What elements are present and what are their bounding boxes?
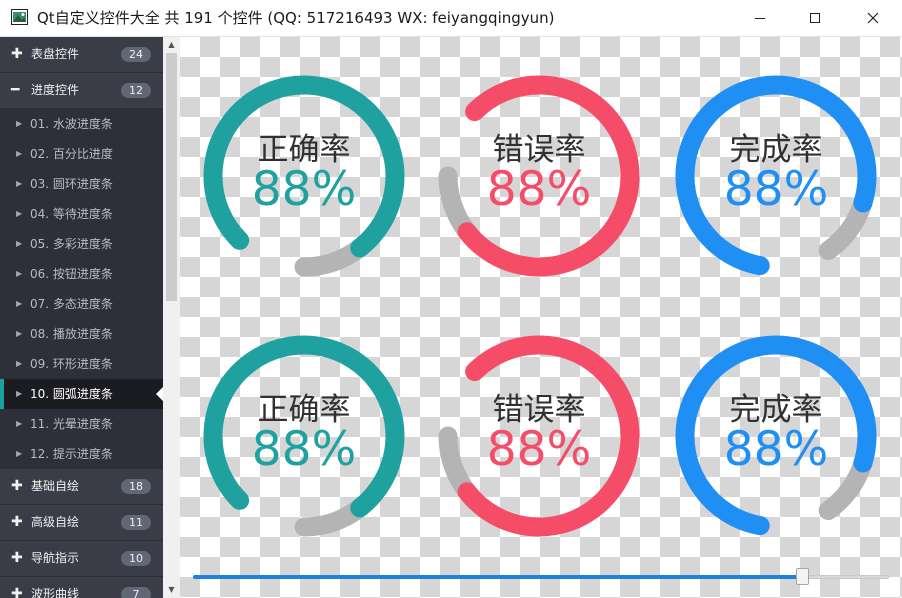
caret-right-icon: ▶ [16, 239, 23, 248]
nav-item[interactable]: ▶ 07. 多态进度条 [0, 289, 163, 319]
plus-icon: ✚ [11, 478, 23, 494]
active-indicator [0, 379, 4, 409]
nav-group-wave[interactable]: ✚ 波形曲线 7 [0, 577, 163, 598]
nav-item-label: 02. 百分比进度 [30, 147, 113, 161]
count-badge: 12 [121, 83, 151, 98]
nav-item-label: 06. 按钮进度条 [30, 267, 113, 281]
value-slider[interactable] [193, 568, 889, 588]
progress-arc-gauge: 正确率 88% [194, 326, 414, 546]
minus-icon: ━ [11, 82, 20, 98]
plus-icon: ✚ [11, 46, 23, 62]
nav-item-active[interactable]: ▶ 10. 圆弧进度条 [0, 379, 163, 409]
gauge-value: 88% [251, 162, 357, 217]
nav-group-label: 波形曲线 [31, 587, 80, 598]
caret-right-icon: ▶ [16, 119, 23, 128]
nav-item[interactable]: ▶ 03. 圆环进度条 [0, 169, 163, 199]
nav-item[interactable]: ▶ 08. 播放进度条 [0, 319, 163, 349]
scrollbar-thumb[interactable] [166, 53, 177, 301]
close-button[interactable] [844, 0, 902, 36]
maximize-button[interactable] [786, 0, 844, 36]
nav-group-label: 基础自绘 [31, 479, 80, 493]
progress-arc-gauge: 正确率 88% [194, 66, 414, 286]
preview-area: 正确率 88% 错误率 88% 完成率 88% 正确率 88% 错误率 88% … [180, 37, 902, 598]
nav-item-label: 04. 等待进度条 [30, 207, 113, 221]
title-bar: Qt自定义控件大全 共 191 个控件 (QQ: 517216493 WX: f… [0, 0, 902, 37]
caret-right-icon: ▶ [16, 209, 23, 218]
nav-item[interactable]: ▶ 06. 按钮进度条 [0, 259, 163, 289]
nav-group-label: 导航指示 [31, 551, 80, 565]
nav-item-label: 07. 多态进度条 [30, 297, 113, 311]
nav-item[interactable]: ▶ 11. 光晕进度条 [0, 409, 163, 439]
nav-item-label: 05. 多彩进度条 [30, 237, 113, 251]
progress-arc-gauge: 错误率 88% [429, 326, 649, 546]
window-title: Qt自定义控件大全 共 191 个控件 (QQ: 517216493 WX: f… [37, 9, 555, 27]
nav-item[interactable]: ▶ 12. 提示进度条 [0, 439, 163, 469]
progress-arc-gauge: 完成率 88% [666, 66, 886, 286]
gauge-value: 88% [723, 162, 829, 217]
caret-right-icon: ▶ [16, 359, 23, 368]
minimize-button[interactable] [731, 0, 789, 36]
scroll-down-icon[interactable]: ▼ [163, 582, 180, 598]
sidebar-nav: ✚ 表盘控件 24 ━ 进度控件 12 ▶ 01. 水波进度条 ▶ 02. 百分比进… [0, 37, 163, 598]
sidebar-scrollbar[interactable]: ▲ ▼ [163, 37, 180, 598]
count-badge: 18 [121, 479, 151, 494]
nav-item-label: 10. 圆弧进度条 [30, 387, 113, 401]
nav-group-label: 进度控件 [31, 83, 80, 97]
count-badge: 24 [121, 47, 151, 62]
gauge-value: 88% [723, 422, 829, 477]
app-icon [11, 9, 28, 25]
nav-group-advanced[interactable]: ✚ 高级自绘 11 [0, 505, 163, 541]
caret-right-icon: ▶ [16, 329, 23, 338]
caret-right-icon: ▶ [16, 269, 23, 278]
gauge-value: 88% [251, 422, 357, 477]
scroll-up-icon[interactable]: ▲ [163, 37, 180, 53]
progress-arc-gauge: 完成率 88% [666, 326, 886, 546]
selection-pointer-icon [156, 387, 163, 401]
slider-fill [193, 575, 802, 579]
plus-icon: ✚ [11, 514, 23, 530]
maximize-icon [810, 13, 820, 23]
minimize-icon [755, 18, 765, 19]
nav-item[interactable]: ▶ 05. 多彩进度条 [0, 229, 163, 259]
progress-arc-gauge: 错误率 88% [429, 66, 649, 286]
nav-group-label: 高级自绘 [31, 515, 80, 529]
caret-right-icon: ▶ [16, 389, 23, 398]
plus-icon: ✚ [11, 550, 23, 566]
caret-right-icon: ▶ [16, 419, 23, 428]
nav-group-basic[interactable]: ✚ 基础自绘 18 [0, 469, 163, 505]
slider-handle[interactable] [796, 568, 809, 585]
caret-right-icon: ▶ [16, 179, 23, 188]
nav-item[interactable]: ▶ 01. 水波进度条 [0, 109, 163, 139]
nav-item[interactable]: ▶ 04. 等待进度条 [0, 199, 163, 229]
nav-item-label: 12. 提示进度条 [30, 447, 113, 461]
nav-group-dial[interactable]: ✚ 表盘控件 24 [0, 37, 163, 73]
count-badge: 7 [121, 587, 151, 598]
count-badge: 11 [121, 515, 151, 530]
nav-item-label: 11. 光晕进度条 [30, 417, 113, 431]
nav-group-navigation[interactable]: ✚ 导航指示 10 [0, 541, 163, 577]
gauge-value: 88% [486, 162, 592, 217]
plus-icon: ✚ [11, 586, 23, 598]
nav-group-label: 表盘控件 [31, 47, 80, 61]
close-icon [867, 12, 879, 24]
count-badge: 10 [121, 551, 151, 566]
nav-item-label: 08. 播放进度条 [30, 327, 113, 341]
gauge-value: 88% [486, 422, 592, 477]
nav-group-progress[interactable]: ━ 进度控件 12 [0, 73, 163, 109]
nav-item[interactable]: ▶ 02. 百分比进度 [0, 139, 163, 169]
nav-item[interactable]: ▶ 09. 环形进度条 [0, 349, 163, 379]
nav-item-label: 03. 圆环进度条 [30, 177, 113, 191]
nav-item-label: 09. 环形进度条 [30, 357, 113, 371]
caret-right-icon: ▶ [16, 449, 23, 458]
caret-right-icon: ▶ [16, 299, 23, 308]
caret-right-icon: ▶ [16, 149, 23, 158]
nav-item-label: 01. 水波进度条 [30, 117, 113, 131]
